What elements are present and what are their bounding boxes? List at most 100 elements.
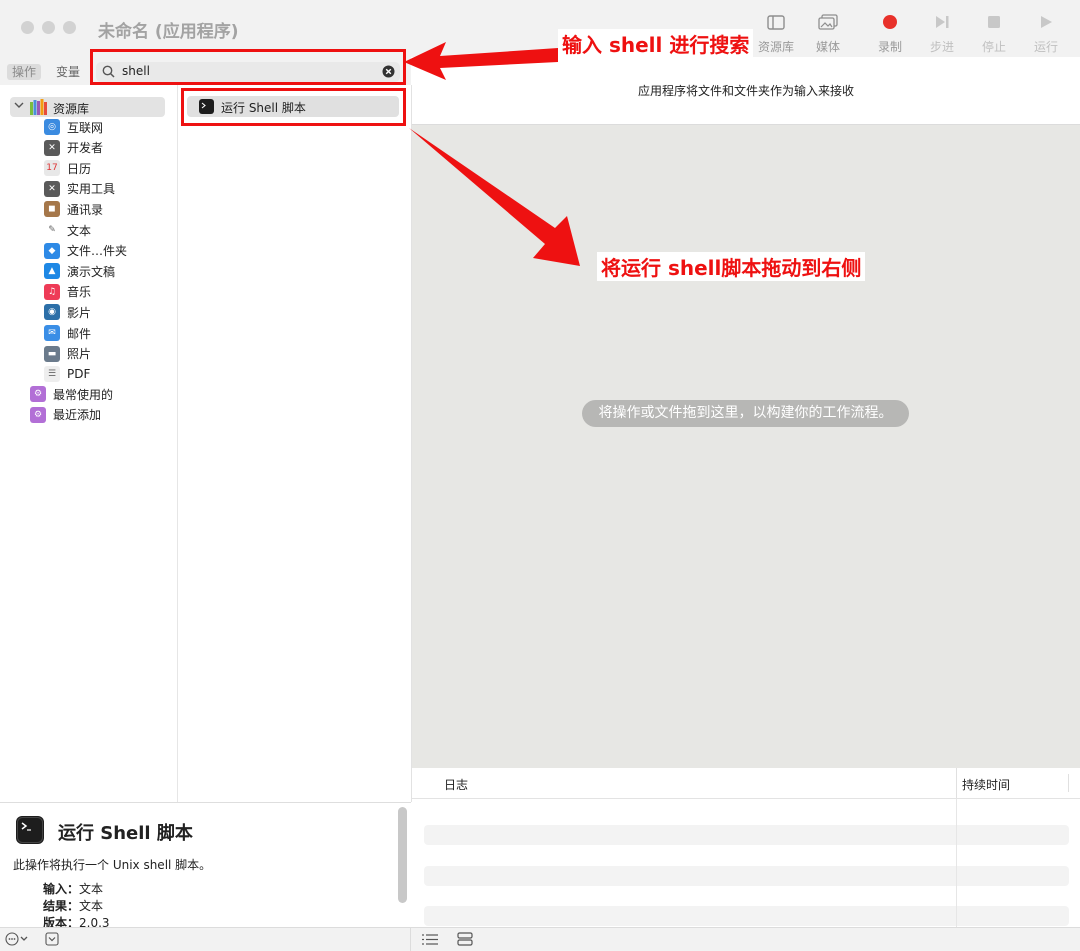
workflow-input-text: 应用程序将文件和文件夹作为输入来接收 [637, 84, 854, 98]
library-item-label: 照片 [67, 347, 92, 362]
description-result-value: 文本 [79, 899, 104, 913]
action-list [178, 85, 412, 802]
library-category-icon: ◆ [44, 242, 60, 259]
library-item-label: PDF [67, 367, 91, 382]
library-item[interactable]: ◼ 通讯录 [44, 199, 103, 219]
tab-actions[interactable]: 操作 [7, 64, 42, 80]
library-item[interactable]: ◎ 互联网 [44, 117, 103, 137]
stop-toolbar-button[interactable]: 停止 [968, 10, 1020, 54]
library-item[interactable]: ✕ 实用工具 [44, 179, 115, 199]
library-root-label: 资源库 [53, 102, 90, 116]
arrow-to-search-icon [404, 42, 558, 80]
library-books-icon [30, 99, 47, 118]
arrow-to-workflow-icon [409, 128, 580, 266]
terminal-icon [16, 816, 44, 847]
library-item-label: 音乐 [67, 285, 92, 300]
record-toolbar-label: 录制 [877, 40, 902, 54]
log-body-divider [956, 799, 957, 927]
search-annotation: 输入 shell 进行搜索 [558, 29, 754, 58]
chevron-down-icon[interactable] [14, 100, 24, 113]
log-table [412, 799, 1080, 927]
description-body: 此操作将执行一个 Unix shell 脚本。 [13, 858, 212, 872]
tab-variables[interactable]: 变量 [51, 64, 85, 80]
library-item[interactable]: ◉ 影片 [44, 302, 91, 322]
description-result-label: 结果： [43, 899, 80, 913]
library-category-icon: ✕ [44, 139, 60, 156]
smart-folder-icon: ⚙ [30, 406, 46, 423]
drag-annotation: 将运行 shell脚本拖动到右侧 [597, 252, 866, 281]
library-item[interactable]: ✎ 文本 [44, 220, 91, 240]
library-item[interactable]: ✉ 邮件 [44, 323, 91, 343]
library-item[interactable]: ▬ 照片 [44, 344, 91, 364]
library-category-icon: ◉ [44, 304, 60, 321]
close-window-button[interactable] [21, 21, 34, 34]
description-result-row: 结果：文本 [43, 897, 103, 914]
library-item[interactable]: 17 日历 [44, 158, 91, 178]
library-item-label: 文件…件夹 [67, 244, 128, 259]
record-toolbar-button[interactable]: 录制 [864, 10, 916, 54]
stop-square-icon [968, 10, 1020, 34]
minimize-window-button[interactable] [42, 21, 55, 34]
description-toggle-icon[interactable] [45, 932, 59, 949]
log-row [424, 906, 1069, 926]
log-column-log[interactable]: 日志 [444, 776, 468, 793]
library-item[interactable]: ☰ PDF [44, 364, 90, 384]
description-version-value: 2.0.3 [79, 916, 110, 927]
library-item-label: 开发者 [67, 141, 104, 156]
smart-folder-item[interactable]: ⚙ 最近添加 [30, 405, 101, 425]
library-category-icon: ◼ [44, 201, 60, 218]
step-toolbar-button[interactable]: 步进 [916, 10, 968, 54]
smart-folder-item[interactable]: ⚙ 最常使用的 [30, 384, 113, 404]
description-version-row: 版本：2.0.3 [43, 914, 110, 927]
library-item[interactable]: ◆ 文件…件夹 [44, 241, 127, 261]
library-item-label: 通讯录 [67, 202, 104, 217]
description-title: 运行 Shell 脚本 [58, 823, 193, 844]
search-highlight-box [90, 49, 406, 85]
action-description-panel: 运行 Shell 脚本 此操作将执行一个 Unix shell 脚本。 输入：文… [0, 802, 411, 928]
step-toolbar-label: 步进 [929, 40, 954, 54]
library-item-label: 互联网 [67, 120, 104, 135]
library-item[interactable]: ▲ 演示文稿 [44, 261, 115, 281]
media-toolbar-label: 媒体 [815, 40, 840, 54]
library-toolbar-button[interactable]: 资源库 [750, 10, 802, 54]
split-view-icon[interactable] [457, 932, 473, 949]
library-category-icon: ✎ [44, 222, 60, 238]
smart-folder-label: 最常使用的 [53, 387, 114, 402]
zoom-window-button[interactable] [63, 21, 76, 34]
more-options-icon[interactable] [5, 932, 33, 949]
library-item[interactable]: ✕ 开发者 [44, 138, 103, 158]
workflow-drop-hint: 将操作或文件拖到这里，以构建你的工作流程。 [582, 400, 909, 427]
photo-icon [802, 10, 854, 34]
library-category-icon: ▲ [44, 263, 60, 280]
library-category-icon: ✉ [44, 325, 60, 341]
bottom-bar [0, 927, 1080, 951]
log-row [424, 825, 1069, 845]
run-toolbar-button[interactable]: 运行 [1020, 10, 1072, 54]
log-column-duration[interactable]: 持续时间 [962, 776, 1010, 793]
bottom-bar-divider [410, 928, 411, 951]
window-title: 未命名 (应用程序) [98, 22, 239, 42]
log-row [424, 866, 1069, 886]
description-scrollbar[interactable] [398, 807, 407, 903]
library-category-icon: ☰ [44, 366, 60, 383]
library-item-label: 演示文稿 [67, 264, 116, 279]
library-item-label: 文本 [67, 223, 92, 238]
library-toolbar-label: 资源库 [757, 40, 794, 54]
smart-folder-label: 最近添加 [53, 408, 102, 423]
log-column-divider [956, 768, 957, 798]
list-view-icon[interactable] [422, 933, 438, 949]
run-toolbar-label: 运行 [1033, 40, 1058, 54]
library-category-icon: ◎ [44, 119, 60, 135]
description-input-row: 输入：文本 [43, 880, 103, 897]
media-toolbar-button[interactable]: 媒体 [802, 10, 854, 54]
library-category-icon: 17 [44, 160, 60, 177]
description-version-label: 版本： [43, 916, 80, 927]
smart-folder-icon: ⚙ [30, 386, 46, 402]
library-category-icon: ♫ [44, 283, 60, 300]
library-item-label: 实用工具 [67, 182, 116, 197]
record-dot-icon [864, 10, 916, 34]
description-input-label: 输入： [43, 882, 80, 896]
log-column-divider-end [1068, 774, 1069, 792]
library-item-label: 影片 [67, 305, 92, 320]
library-item[interactable]: ♫ 音乐 [44, 282, 91, 302]
